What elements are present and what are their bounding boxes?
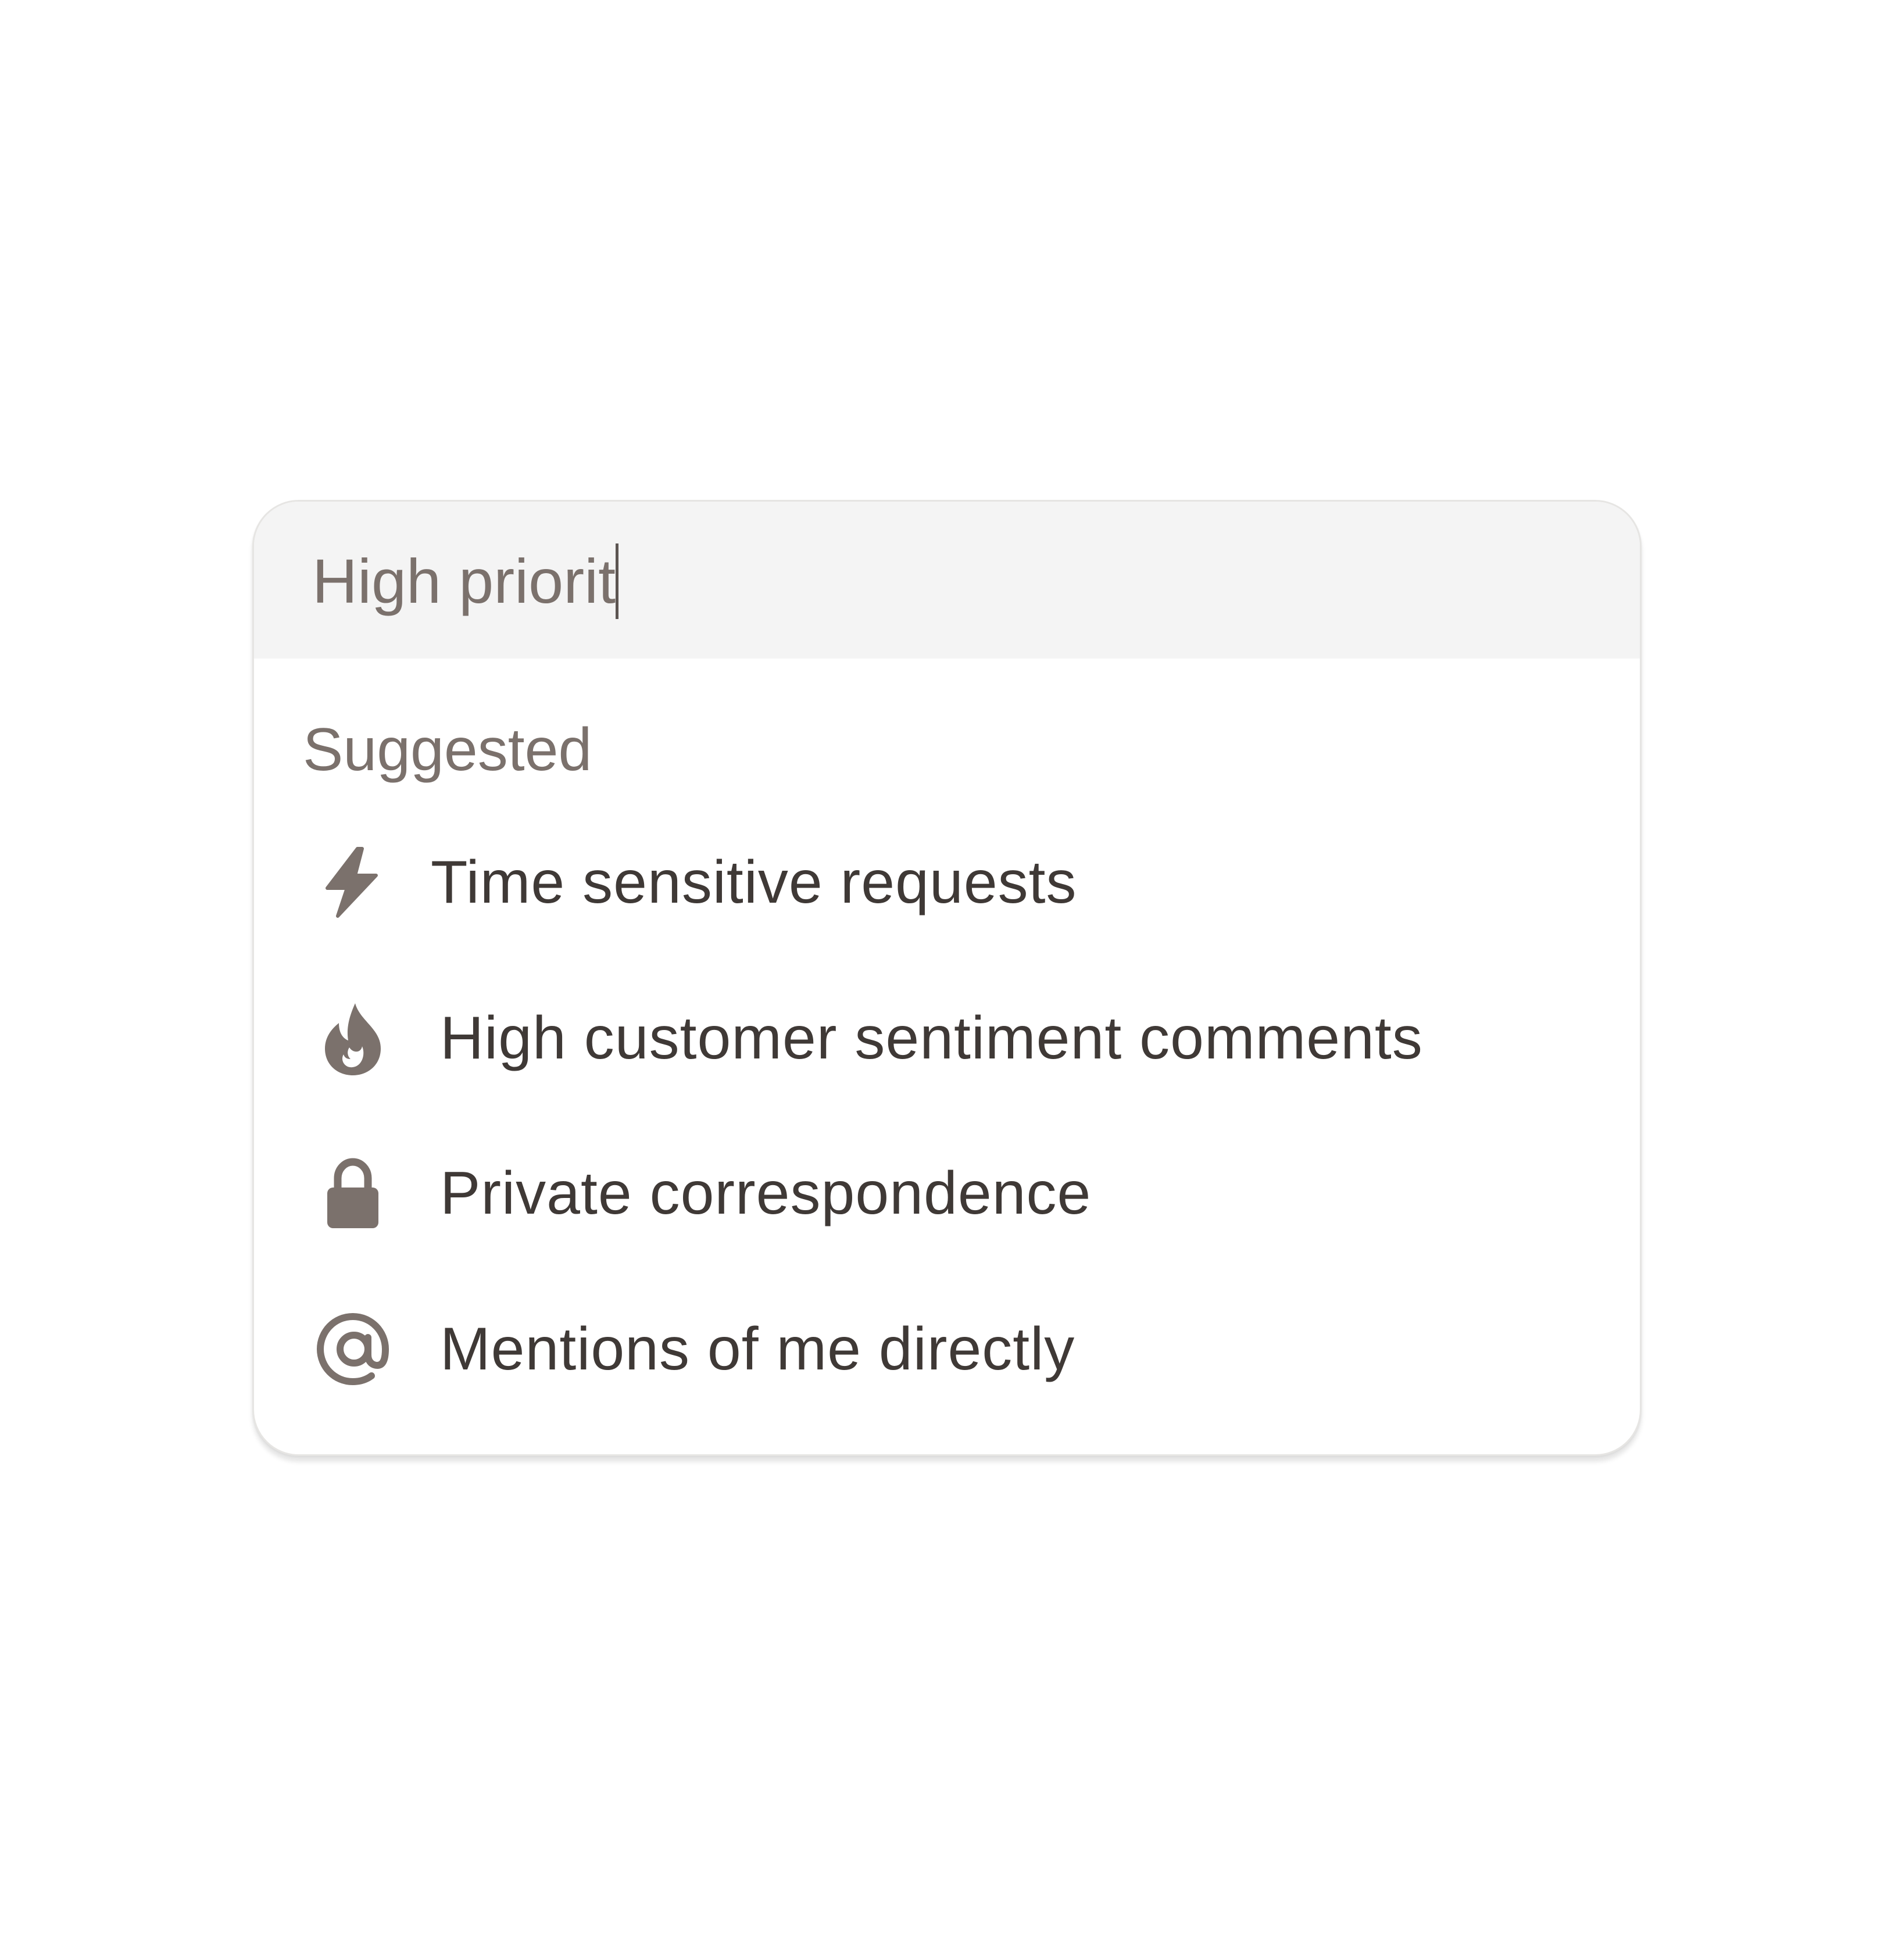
suggestion-item-time-sensitive[interactable]: Time sensitive requests xyxy=(312,824,1591,940)
suggestion-item-label: Mentions of me directly xyxy=(440,1315,1075,1383)
suggested-section-label: Suggested xyxy=(303,716,592,784)
search-input[interactable]: High priorit xyxy=(312,543,619,619)
lock-icon xyxy=(312,1153,394,1234)
lightning-icon xyxy=(312,842,394,923)
suggestion-item-label: High customer sentiment comments xyxy=(440,1004,1423,1072)
suggestion-item-customer-sentiment[interactable]: High customer sentiment comments xyxy=(312,980,1591,1096)
suggestion-item-label: Private correspondence xyxy=(440,1159,1092,1227)
suggestion-item-private-correspondence[interactable]: Private correspondence xyxy=(312,1135,1591,1251)
search-input-value: High priorit xyxy=(312,546,616,616)
suggestion-popover: High priorit Suggested Time sensitive re… xyxy=(252,500,1642,1456)
search-bar[interactable]: High priorit xyxy=(254,502,1640,659)
fire-icon xyxy=(312,997,394,1079)
at-sign-icon xyxy=(312,1308,394,1390)
text-caret xyxy=(616,543,619,619)
suggestion-item-mentions[interactable]: Mentions of me directly xyxy=(312,1291,1591,1407)
suggestion-item-label: Time sensitive requests xyxy=(431,848,1077,916)
